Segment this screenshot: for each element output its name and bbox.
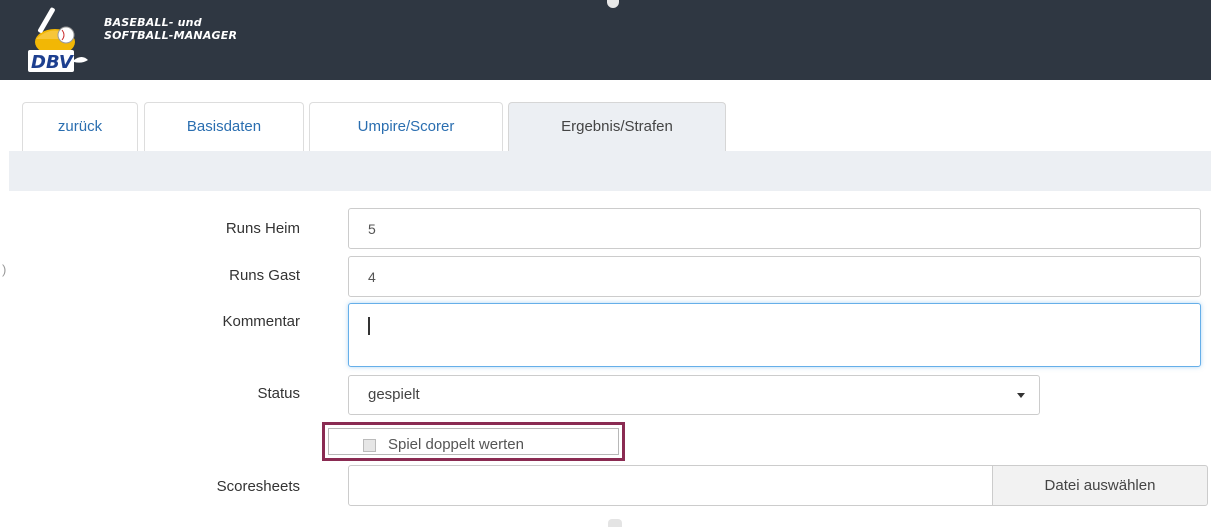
tab-back[interactable]: zurück — [22, 102, 138, 152]
scoresheets-file-input[interactable] — [348, 465, 993, 506]
brand-line-2: SOFTBALL-MANAGER — [104, 29, 238, 42]
runs-home-input[interactable] — [348, 208, 1201, 249]
app-header: DBV BASEBALL- und SOFTBALL-MANAGER — [0, 0, 1211, 80]
tab-basisdaten[interactable]: Basisdaten — [144, 102, 304, 152]
header-indicator — [607, 0, 619, 8]
dbv-logo-icon[interactable]: DBV — [22, 6, 102, 78]
text-cursor — [368, 317, 370, 335]
scroll-indicator — [608, 519, 622, 527]
status-selected-value: gespielt — [368, 386, 420, 403]
double-count-label[interactable]: Spiel doppelt werten — [388, 434, 524, 456]
edge-bracket-icon: ) — [2, 262, 7, 277]
chevron-down-icon — [1017, 393, 1025, 398]
double-count-highlight: Spiel doppelt werten — [322, 422, 625, 461]
runs-home-label: Runs Heim — [225, 220, 300, 237]
status-label: Status — [257, 385, 300, 402]
comment-label: Kommentar — [222, 313, 300, 330]
tab-ergebnis-strafen[interactable]: Ergebnis/Strafen — [508, 102, 726, 152]
runs-guest-input[interactable] — [348, 256, 1201, 297]
choose-file-button[interactable]: Datei auswählen — [992, 465, 1208, 506]
comment-textarea[interactable] — [348, 303, 1201, 367]
double-count-field: Spiel doppelt werten — [328, 428, 619, 455]
tab-umpire-scorer[interactable]: Umpire/Scorer — [309, 102, 503, 152]
double-count-checkbox[interactable] — [363, 439, 376, 452]
scoresheets-label: Scoresheets — [216, 478, 300, 495]
scoresheets-file-group: Datei auswählen — [348, 465, 1208, 506]
svg-text:DBV: DBV — [31, 52, 75, 73]
brand-title: BASEBALL- und SOFTBALL-MANAGER — [104, 16, 237, 42]
brand-line-1: BASEBALL- und — [104, 16, 202, 29]
status-select[interactable]: gespielt — [348, 375, 1040, 415]
runs-guest-label: Runs Gast — [229, 267, 300, 284]
tab-bar: zurück Basisdaten Umpire/Scorer Ergebnis… — [0, 80, 1211, 152]
tab-content-band — [9, 151, 1211, 191]
